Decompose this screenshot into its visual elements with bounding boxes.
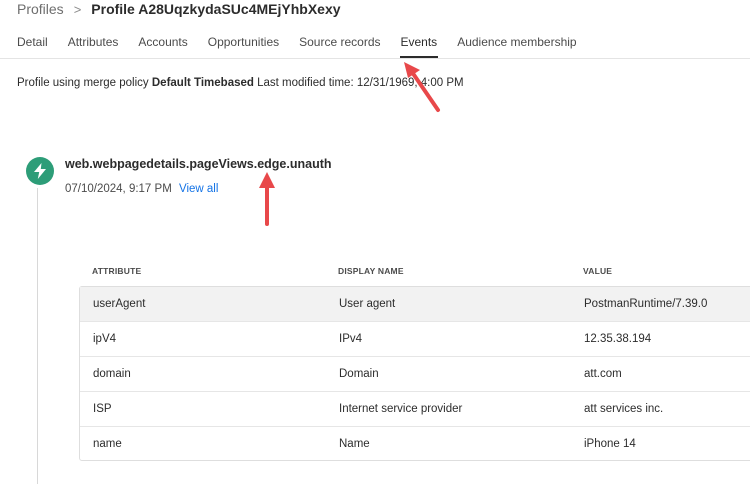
header-attribute: ATTRIBUTE bbox=[92, 266, 142, 276]
view-all-link[interactable]: View all bbox=[179, 183, 218, 195]
last-modified-label: Last modified time: bbox=[257, 77, 354, 89]
tabs-divider bbox=[0, 58, 750, 59]
cell-display-name: IPv4 bbox=[339, 333, 363, 345]
tab-audience-membership[interactable]: Audience membership bbox=[457, 29, 576, 57]
breadcrumb-profiles-link[interactable]: Profiles bbox=[17, 1, 64, 17]
tab-events[interactable]: Events bbox=[399, 29, 438, 58]
cell-value: iPhone 14 bbox=[584, 438, 636, 450]
tab-opportunities[interactable]: Opportunities bbox=[208, 29, 279, 57]
tab-detail[interactable]: Detail bbox=[17, 29, 48, 57]
merge-policy-info: Profile using merge policy Default Timeb… bbox=[17, 77, 464, 89]
annotation-arrow-event-title bbox=[259, 172, 275, 226]
header-display-name: DISPLAY NAME bbox=[338, 266, 404, 276]
cell-display-name: Internet service provider bbox=[339, 403, 463, 415]
attribute-table-header: ATTRIBUTE DISPLAY NAME VALUE bbox=[80, 266, 750, 280]
merge-policy-name: Default Timebased bbox=[151, 77, 254, 89]
breadcrumb: Profiles > Profile A28UqzkydaSUc4MEjYhbX… bbox=[17, 0, 341, 18]
cell-attribute: name bbox=[93, 438, 122, 450]
header-value: VALUE bbox=[583, 266, 613, 276]
cell-display-name: Name bbox=[339, 438, 370, 450]
table-row[interactable]: ISP Internet service provider att servic… bbox=[80, 392, 750, 427]
merge-policy-prefix: Profile using merge policy bbox=[17, 77, 149, 89]
cell-display-name: User agent bbox=[339, 298, 396, 310]
cell-attribute: ISP bbox=[93, 403, 112, 415]
tab-source-records[interactable]: Source records bbox=[299, 29, 380, 57]
table-row[interactable]: name Name iPhone 14 bbox=[80, 427, 750, 462]
cell-attribute: ipV4 bbox=[93, 333, 117, 345]
tab-accounts[interactable]: Accounts bbox=[138, 29, 187, 57]
breadcrumb-separator: > bbox=[73, 1, 82, 17]
cell-attribute: domain bbox=[93, 368, 131, 380]
attribute-table: userAgent User agent PostmanRuntime/7.39… bbox=[79, 286, 750, 461]
event-title: web.webpagedetails.pageViews.edge.unauth bbox=[65, 157, 332, 171]
table-row[interactable]: userAgent User agent PostmanRuntime/7.39… bbox=[80, 287, 750, 322]
cell-attribute: userAgent bbox=[93, 298, 146, 310]
annotation-arrow-events bbox=[404, 62, 440, 112]
timeline-line bbox=[37, 188, 38, 484]
event-meta: 07/10/2024, 9:17 PM View all bbox=[65, 183, 218, 195]
lightning-bolt-icon bbox=[26, 157, 54, 185]
cell-value: att.com bbox=[584, 368, 622, 380]
page-title: Profile A28UqzkydaSUc4MEjYhbXexy bbox=[91, 1, 341, 17]
cell-value: PostmanRuntime/7.39.0 bbox=[584, 298, 708, 310]
cell-display-name: Domain bbox=[339, 368, 379, 380]
tab-bar: Detail Attributes Accounts Opportunities… bbox=[17, 29, 597, 58]
cell-value: 12.35.38.194 bbox=[584, 333, 652, 345]
tab-attributes[interactable]: Attributes bbox=[68, 29, 119, 57]
event-timestamp: 07/10/2024, 9:17 PM bbox=[65, 183, 172, 195]
table-row[interactable]: domain Domain att.com bbox=[80, 357, 750, 392]
table-row[interactable]: ipV4 IPv4 12.35.38.194 bbox=[80, 322, 750, 357]
cell-value: att services inc. bbox=[584, 403, 664, 415]
